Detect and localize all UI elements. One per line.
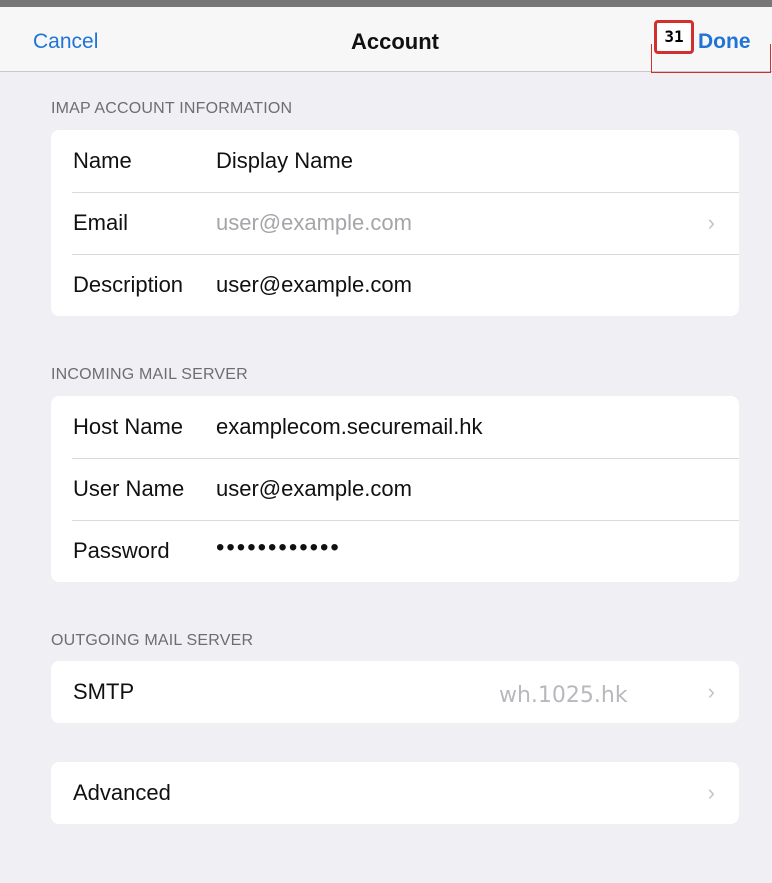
host-name-label: Host Name xyxy=(73,414,184,439)
incoming-server-card: Host Name examplecom.securemail.hk User … xyxy=(51,396,739,582)
user-name-field[interactable]: user@example.com xyxy=(216,476,412,502)
smtp-row[interactable]: SMTP wh.1025.hk › xyxy=(51,661,739,723)
description-label: Description xyxy=(73,272,184,297)
imap-account-card: Name Display Name Email user@example.com… xyxy=(51,130,739,316)
password-row[interactable]: Password •••••••••••• xyxy=(51,520,739,582)
outgoing-server-card: SMTP wh.1025.hk › xyxy=(51,661,739,723)
done-highlight-box xyxy=(651,44,771,73)
password-field[interactable]: •••••••••••• xyxy=(216,534,341,562)
imap-section-header: IMAP ACCOUNT INFORMATION xyxy=(51,100,293,117)
name-label: Name xyxy=(73,148,132,173)
description-row[interactable]: Description user@example.com xyxy=(51,254,739,316)
email-row[interactable]: Email user@example.com › xyxy=(51,192,739,254)
name-row[interactable]: Name Display Name xyxy=(51,130,739,192)
advanced-label: Advanced xyxy=(73,780,171,805)
chevron-right-icon: › xyxy=(707,780,715,805)
description-field[interactable]: user@example.com xyxy=(216,272,412,298)
advanced-row[interactable]: Advanced › xyxy=(51,762,739,824)
top-edge-bar xyxy=(0,0,772,7)
incoming-section-header: INCOMING MAIL SERVER xyxy=(51,366,248,383)
chevron-right-icon: › xyxy=(707,210,715,235)
email-field[interactable]: user@example.com xyxy=(216,210,412,236)
advanced-card: Advanced › xyxy=(51,762,739,824)
host-name-row[interactable]: Host Name examplecom.securemail.hk xyxy=(51,396,739,458)
email-label: Email xyxy=(73,210,129,235)
smtp-label: SMTP xyxy=(73,679,135,704)
chevron-right-icon: › xyxy=(707,679,715,704)
user-name-label: User Name xyxy=(73,476,185,501)
host-name-field[interactable]: examplecom.securemail.hk xyxy=(216,414,483,440)
outgoing-section-header: OUTGOING MAIL SERVER xyxy=(51,632,254,649)
name-field[interactable]: Display Name xyxy=(216,148,353,174)
password-label: Password xyxy=(73,538,170,563)
watermark-text: wh.1025.hk xyxy=(499,683,628,708)
user-name-row[interactable]: User Name user@example.com xyxy=(51,458,739,520)
